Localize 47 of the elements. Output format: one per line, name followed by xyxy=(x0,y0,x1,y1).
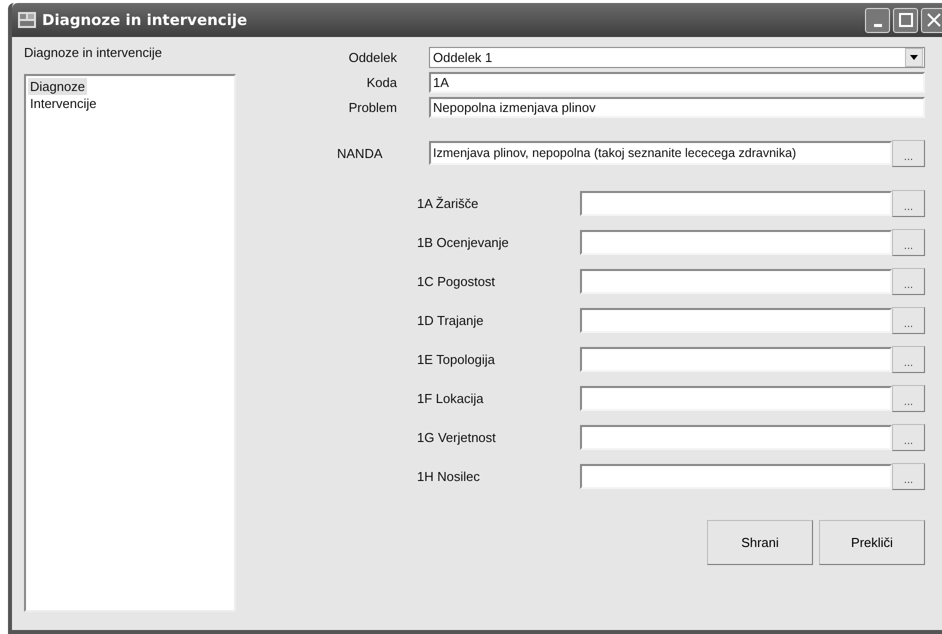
field-label: 1G Verjetnost xyxy=(417,430,497,444)
browse-button[interactable]: ... xyxy=(892,268,925,294)
dialog-button[interactable]: Shrani xyxy=(707,520,813,565)
panel-label: Diagnoze in intervencije xyxy=(24,45,164,60)
close-icon xyxy=(926,13,940,27)
browse-button[interactable]: ... xyxy=(892,424,925,450)
field-label: 1B Ocenjevanje xyxy=(417,234,510,250)
input-field[interactable] xyxy=(580,386,892,410)
window-title: Diagnoze in intervencije xyxy=(42,11,248,29)
browse-button[interactable]: ... xyxy=(892,190,925,216)
field-label: Koda xyxy=(366,75,397,90)
minimize-button[interactable] xyxy=(865,8,890,32)
minimize-icon xyxy=(874,24,882,26)
caret-icon xyxy=(910,55,918,60)
input-field[interactable] xyxy=(580,230,892,254)
field-label: Oddelek xyxy=(348,50,397,65)
browse-button[interactable]: ... xyxy=(892,140,925,166)
browse-button[interactable]: ... xyxy=(892,306,925,334)
field-label: 1A Žarišče xyxy=(417,196,480,210)
browse-button[interactable]: ... xyxy=(892,346,925,372)
input-field[interactable] xyxy=(580,346,892,372)
maximize-icon xyxy=(898,13,912,27)
browse-button[interactable]: ... xyxy=(892,384,925,412)
list-item[interactable]: Diagnoze xyxy=(28,78,87,95)
input-field[interactable]: 1A xyxy=(429,72,925,93)
window-icon xyxy=(18,12,36,28)
maximize-button[interactable] xyxy=(893,8,918,32)
input-field[interactable]: Izmenjava plinov, nepopolna (takoj seznanite lececega zdravnika) xyxy=(429,141,892,165)
close-button[interactable] xyxy=(921,8,942,32)
input-field[interactable]: Nepopolna izmenjava plinov xyxy=(429,97,925,118)
browse-button[interactable]: ... xyxy=(892,228,925,256)
field-label: 1D Trajanje xyxy=(417,312,484,328)
field-label: Problem xyxy=(348,100,397,115)
field-label: 1F Lokacija xyxy=(417,390,484,406)
department-dropdown[interactable]: Oddelek 1 xyxy=(429,47,925,68)
browse-button[interactable]: ... xyxy=(892,462,925,490)
field-label: 1H Nosilec xyxy=(417,468,481,484)
input-field[interactable] xyxy=(580,268,892,294)
input-field[interactable] xyxy=(580,308,892,332)
list-item[interactable]: Intervencije xyxy=(28,95,98,112)
input-field[interactable] xyxy=(580,424,892,450)
input-field[interactable] xyxy=(580,464,892,488)
field-label: 1C Pogostost xyxy=(417,274,496,288)
input-field[interactable] xyxy=(580,190,892,216)
dialog-button[interactable]: Prekliči xyxy=(819,520,925,565)
field-label: NANDA xyxy=(337,146,384,160)
field-label: 1E Topologija xyxy=(417,352,496,366)
